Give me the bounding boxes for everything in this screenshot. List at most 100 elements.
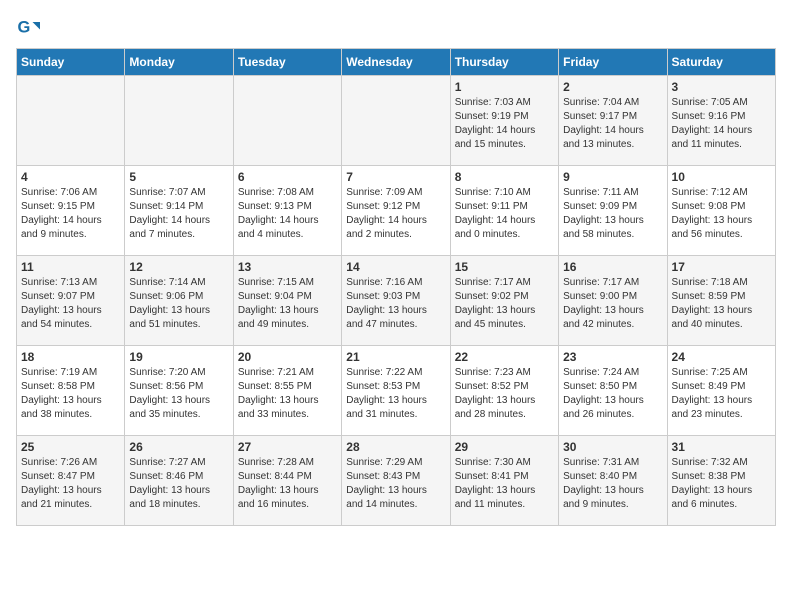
day-number: 10 bbox=[672, 170, 771, 184]
day-info: Sunrise: 7:30 AM Sunset: 8:41 PM Dayligh… bbox=[455, 456, 554, 512]
day-info: Sunrise: 7:06 AM Sunset: 9:15 PM Dayligh… bbox=[21, 186, 120, 242]
day-number: 13 bbox=[238, 260, 337, 274]
day-number: 18 bbox=[21, 350, 120, 364]
week-row-1: 1 Sunrise: 7:03 AM Sunset: 9:19 PM Daylig… bbox=[17, 76, 776, 166]
calendar-cell: 16 Sunrise: 7:17 AM Sunset: 9:00 PM Dayli… bbox=[559, 256, 667, 346]
calendar-cell: 23 Sunrise: 7:24 AM Sunset: 8:50 PM Dayli… bbox=[559, 346, 667, 436]
logo: G bbox=[16, 16, 44, 40]
week-row-3: 11 Sunrise: 7:13 AM Sunset: 9:07 PM Dayli… bbox=[17, 256, 776, 346]
calendar-cell: 31 Sunrise: 7:32 AM Sunset: 8:38 PM Dayli… bbox=[667, 436, 775, 526]
day-info: Sunrise: 7:19 AM Sunset: 8:58 PM Dayligh… bbox=[21, 366, 120, 422]
day-number: 11 bbox=[21, 260, 120, 274]
calendar-cell: 29 Sunrise: 7:30 AM Sunset: 8:41 PM Dayli… bbox=[450, 436, 558, 526]
day-info: Sunrise: 7:10 AM Sunset: 9:11 PM Dayligh… bbox=[455, 186, 554, 242]
day-info: Sunrise: 7:28 AM Sunset: 8:44 PM Dayligh… bbox=[238, 456, 337, 512]
day-number: 6 bbox=[238, 170, 337, 184]
day-number: 14 bbox=[346, 260, 445, 274]
calendar-cell: 4Sunrise: 7:06 AM Sunset: 9:15 PM Daylig… bbox=[17, 166, 125, 256]
day-number: 19 bbox=[129, 350, 228, 364]
day-number: 5 bbox=[129, 170, 228, 184]
day-info: Sunrise: 7:11 AM Sunset: 9:09 PM Dayligh… bbox=[563, 186, 662, 242]
calendar-cell: 30Sunrise: 7:31 AM Sunset: 8:40 PM Dayli… bbox=[559, 436, 667, 526]
day-info: Sunrise: 7:09 AM Sunset: 9:12 PM Dayligh… bbox=[346, 186, 445, 242]
day-number: 16 bbox=[563, 260, 662, 274]
calendar-cell: 22 Sunrise: 7:23 AM Sunset: 8:52 PM Dayli… bbox=[450, 346, 558, 436]
calendar-cell: 19 Sunrise: 7:20 AM Sunset: 8:56 PM Dayli… bbox=[125, 346, 233, 436]
day-info: Sunrise: 7:24 AM Sunset: 8:50 PM Dayligh… bbox=[563, 366, 662, 422]
day-number: 29 bbox=[455, 440, 554, 454]
calendar-cell: 26 Sunrise: 7:27 AM Sunset: 8:46 PM Dayli… bbox=[125, 436, 233, 526]
calendar-cell: 25 Sunrise: 7:26 AM Sunset: 8:47 PM Dayli… bbox=[17, 436, 125, 526]
calendar-cell bbox=[125, 76, 233, 166]
weekday-header-sunday: Sunday bbox=[17, 49, 125, 76]
day-info: Sunrise: 7:26 AM Sunset: 8:47 PM Dayligh… bbox=[21, 456, 120, 512]
weekday-header-monday: Monday bbox=[125, 49, 233, 76]
day-info: Sunrise: 7:14 AM Sunset: 9:06 PM Dayligh… bbox=[129, 276, 228, 332]
calendar-cell: 2 Sunrise: 7:04 AM Sunset: 9:17 PM Daylig… bbox=[559, 76, 667, 166]
calendar-cell: 5 Sunrise: 7:07 AM Sunset: 9:14 PM Daylig… bbox=[125, 166, 233, 256]
calendar-cell: 3 Sunrise: 7:05 AM Sunset: 9:16 PM Daylig… bbox=[667, 76, 775, 166]
day-info: Sunrise: 7:21 AM Sunset: 8:55 PM Dayligh… bbox=[238, 366, 337, 422]
logo-icon: G bbox=[16, 16, 40, 40]
calendar-cell bbox=[342, 76, 450, 166]
day-info: Sunrise: 7:03 AM Sunset: 9:19 PM Dayligh… bbox=[455, 96, 554, 152]
calendar-cell: 9 Sunrise: 7:11 AM Sunset: 9:09 PM Daylig… bbox=[559, 166, 667, 256]
calendar-cell: 1 Sunrise: 7:03 AM Sunset: 9:19 PM Daylig… bbox=[450, 76, 558, 166]
day-number: 23 bbox=[563, 350, 662, 364]
calendar-cell: 6Sunrise: 7:08 AM Sunset: 9:13 PM Daylig… bbox=[233, 166, 341, 256]
day-info: Sunrise: 7:22 AM Sunset: 8:53 PM Dayligh… bbox=[346, 366, 445, 422]
calendar-cell bbox=[17, 76, 125, 166]
day-number: 27 bbox=[238, 440, 337, 454]
day-info: Sunrise: 7:23 AM Sunset: 8:52 PM Dayligh… bbox=[455, 366, 554, 422]
day-number: 22 bbox=[455, 350, 554, 364]
day-number: 1 bbox=[455, 80, 554, 94]
day-number: 28 bbox=[346, 440, 445, 454]
calendar-cell: 13 Sunrise: 7:15 AM Sunset: 9:04 PM Dayli… bbox=[233, 256, 341, 346]
day-number: 17 bbox=[672, 260, 771, 274]
day-number: 26 bbox=[129, 440, 228, 454]
day-info: Sunrise: 7:25 AM Sunset: 8:49 PM Dayligh… bbox=[672, 366, 771, 422]
day-info: Sunrise: 7:20 AM Sunset: 8:56 PM Dayligh… bbox=[129, 366, 228, 422]
day-number: 24 bbox=[672, 350, 771, 364]
day-info: Sunrise: 7:31 AM Sunset: 8:40 PM Dayligh… bbox=[563, 456, 662, 512]
day-info: Sunrise: 7:07 AM Sunset: 9:14 PM Dayligh… bbox=[129, 186, 228, 242]
day-info: Sunrise: 7:04 AM Sunset: 9:17 PM Dayligh… bbox=[563, 96, 662, 152]
day-number: 31 bbox=[672, 440, 771, 454]
day-number: 20 bbox=[238, 350, 337, 364]
day-number: 3 bbox=[672, 80, 771, 94]
day-number: 15 bbox=[455, 260, 554, 274]
day-number: 25 bbox=[21, 440, 120, 454]
calendar-cell: 8 Sunrise: 7:10 AM Sunset: 9:11 PM Daylig… bbox=[450, 166, 558, 256]
day-info: Sunrise: 7:13 AM Sunset: 9:07 PM Dayligh… bbox=[21, 276, 120, 332]
weekday-header-tuesday: Tuesday bbox=[233, 49, 341, 76]
weekday-header-wednesday: Wednesday bbox=[342, 49, 450, 76]
calendar-cell: 18 Sunrise: 7:19 AM Sunset: 8:58 PM Dayli… bbox=[17, 346, 125, 436]
day-info: Sunrise: 7:15 AM Sunset: 9:04 PM Dayligh… bbox=[238, 276, 337, 332]
day-number: 12 bbox=[129, 260, 228, 274]
day-info: Sunrise: 7:27 AM Sunset: 8:46 PM Dayligh… bbox=[129, 456, 228, 512]
calendar-cell: 17 Sunrise: 7:18 AM Sunset: 8:59 PM Dayli… bbox=[667, 256, 775, 346]
week-row-5: 25 Sunrise: 7:26 AM Sunset: 8:47 PM Dayli… bbox=[17, 436, 776, 526]
calendar-cell: 14 Sunrise: 7:16 AM Sunset: 9:03 PM Dayli… bbox=[342, 256, 450, 346]
day-info: Sunrise: 7:16 AM Sunset: 9:03 PM Dayligh… bbox=[346, 276, 445, 332]
calendar-cell: 12 Sunrise: 7:14 AM Sunset: 9:06 PM Dayli… bbox=[125, 256, 233, 346]
day-number: 8 bbox=[455, 170, 554, 184]
day-number: 2 bbox=[563, 80, 662, 94]
calendar-cell: 7Sunrise: 7:09 AM Sunset: 9:12 PM Daylig… bbox=[342, 166, 450, 256]
day-info: Sunrise: 7:12 AM Sunset: 9:08 PM Dayligh… bbox=[672, 186, 771, 242]
day-info: Sunrise: 7:05 AM Sunset: 9:16 PM Dayligh… bbox=[672, 96, 771, 152]
day-number: 21 bbox=[346, 350, 445, 364]
weekday-header-saturday: Saturday bbox=[667, 49, 775, 76]
week-row-2: 4Sunrise: 7:06 AM Sunset: 9:15 PM Daylig… bbox=[17, 166, 776, 256]
calendar-table: SundayMondayTuesdayWednesdayThursdayFrid… bbox=[16, 48, 776, 526]
week-row-4: 18 Sunrise: 7:19 AM Sunset: 8:58 PM Dayli… bbox=[17, 346, 776, 436]
day-info: Sunrise: 7:32 AM Sunset: 8:38 PM Dayligh… bbox=[672, 456, 771, 512]
weekday-header-friday: Friday bbox=[559, 49, 667, 76]
day-info: Sunrise: 7:17 AM Sunset: 9:00 PM Dayligh… bbox=[563, 276, 662, 332]
calendar-cell: 10 Sunrise: 7:12 AM Sunset: 9:08 PM Dayli… bbox=[667, 166, 775, 256]
day-number: 9 bbox=[563, 170, 662, 184]
weekday-header-thursday: Thursday bbox=[450, 49, 558, 76]
day-info: Sunrise: 7:18 AM Sunset: 8:59 PM Dayligh… bbox=[672, 276, 771, 332]
calendar-cell: 15Sunrise: 7:17 AM Sunset: 9:02 PM Dayli… bbox=[450, 256, 558, 346]
calendar-cell: 11 Sunrise: 7:13 AM Sunset: 9:07 PM Dayli… bbox=[17, 256, 125, 346]
